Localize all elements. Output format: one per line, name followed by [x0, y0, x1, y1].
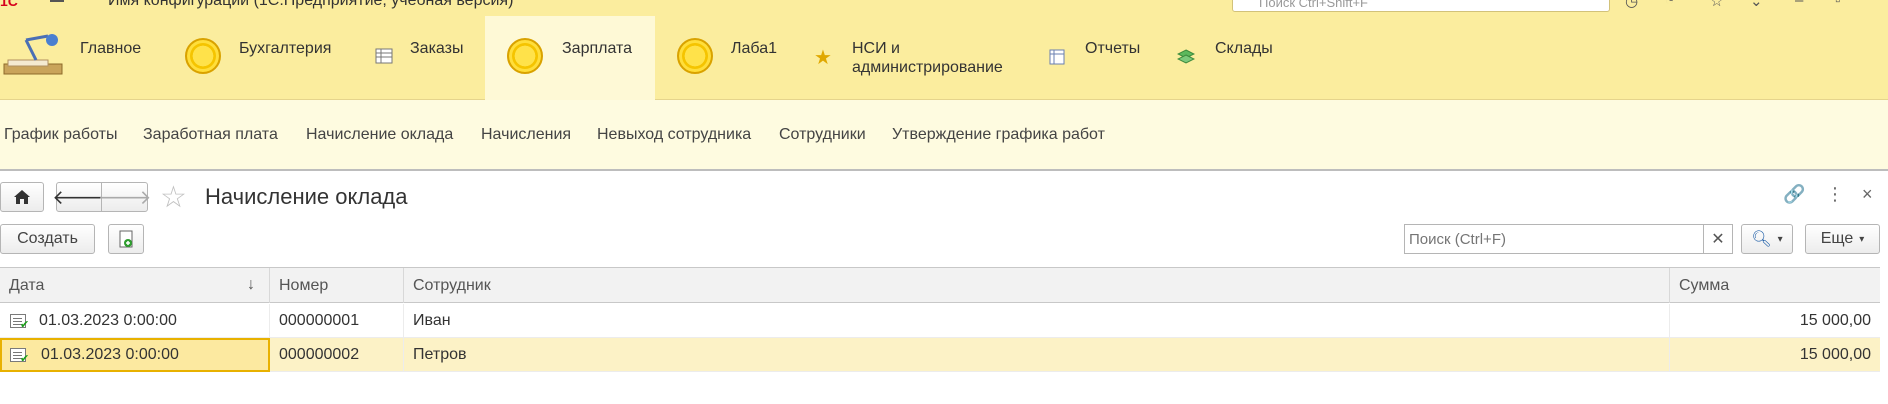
sections-panel: Главное Бухгалтерия Заказы Зарплата Лаба…	[0, 16, 1888, 100]
chevron-down-icon[interactable]: ⌄	[1750, 0, 1763, 10]
search-input[interactable]	[1404, 224, 1704, 254]
close-icon: ✕	[1711, 231, 1725, 248]
section-reports[interactable]: Отчеты	[1025, 16, 1150, 100]
form-title: Начисление оклада	[205, 184, 408, 209]
column-header-number[interactable]: Номер	[270, 268, 404, 303]
copy-button[interactable]	[108, 224, 144, 254]
link-icon[interactable]: 🔗	[1783, 184, 1805, 205]
more-vertical-icon[interactable]: ⋮	[1826, 184, 1844, 205]
desk-lamp-icon	[3, 34, 63, 75]
commands-panel: График работы Заработная плата Начислени…	[0, 100, 1888, 171]
more-button[interactable]: Еще ▾	[1805, 224, 1880, 254]
section-warehouses[interactable]: Склады	[1150, 16, 1280, 100]
search-button[interactable]: 🔍︎ ▾	[1741, 224, 1793, 254]
column-header-label: Номер	[279, 277, 329, 294]
coin-icon	[185, 38, 221, 74]
table-header: Дата ↓ Номер Сотрудник Сумма	[0, 267, 1880, 303]
create-button-label: Создать	[17, 230, 78, 247]
cell-date: 01.03.2023 0:00:00	[0, 338, 270, 372]
section-label: Отчеты	[1085, 40, 1141, 57]
chevron-down-icon: ▾	[1859, 233, 1865, 245]
column-header-date[interactable]: Дата ↓	[0, 268, 270, 303]
global-search-input[interactable]: Поиск Ctrl+Shift+F	[1232, 0, 1610, 12]
section-accounting[interactable]: Бухгалтерия	[175, 16, 360, 100]
section-label: Склады	[1215, 40, 1273, 57]
main-menu-icon[interactable]	[50, 0, 64, 2]
section-orders[interactable]: Заказы	[360, 16, 485, 100]
favorites-icon[interactable]: ☆	[1710, 0, 1723, 10]
command-salary-accrual[interactable]: Начисление оклада	[306, 126, 453, 144]
column-header-label: Сотрудник	[413, 277, 491, 294]
section-label: Лаба1	[731, 40, 777, 57]
cell-number: 000000002	[270, 338, 404, 372]
star-icon: ★	[814, 47, 832, 69]
create-button[interactable]: Создать	[0, 224, 95, 254]
cell-employee: Петров	[404, 338, 1670, 372]
search-clear-button[interactable]: ✕	[1703, 224, 1733, 254]
column-header-label: Сумма	[1679, 277, 1730, 294]
cell-number: 000000001	[270, 304, 404, 338]
chevron-down-icon: ▾	[1777, 233, 1783, 245]
maximize-icon[interactable]: ▫	[1835, 0, 1840, 9]
clock-icon[interactable]: ◔	[1665, 0, 1674, 9]
section-label-line1: НСИ и	[852, 40, 900, 57]
home-icon	[14, 190, 30, 204]
more-button-label: Еще	[1820, 230, 1854, 247]
table-row[interactable]: 01.03.2023 0:00:00 000000001 Иван 15 000…	[0, 304, 1880, 338]
column-header-employee[interactable]: Сотрудник	[404, 268, 1670, 303]
report-icon	[1049, 49, 1065, 65]
section-label: Главное	[80, 40, 142, 57]
sort-arrow-down-icon: ↓	[247, 276, 255, 293]
section-label: Бухгалтерия	[239, 40, 332, 57]
section-label: Заказы	[410, 40, 464, 57]
cell-sum: 15 000,00	[1799, 346, 1871, 363]
favorite-star-icon[interactable]: ☆	[160, 180, 187, 215]
section-main[interactable]: Главное	[0, 16, 175, 100]
command-employees[interactable]: Сотрудники	[779, 126, 866, 144]
command-employee-absence[interactable]: Невыход сотрудника	[597, 126, 751, 144]
column-header-sum[interactable]: Сумма	[1670, 268, 1880, 303]
cell-sum: 15 000,00	[1799, 312, 1871, 329]
command-work-schedule[interactable]: График работы	[4, 126, 117, 144]
column-header-label: Дата	[9, 277, 45, 294]
minimize-icon[interactable]: –	[1795, 0, 1803, 9]
cell-employee: Иван	[404, 304, 1670, 338]
coin-icon	[677, 38, 713, 74]
app-title: Имя конфигурации (1С:Предприятие, учебна…	[108, 0, 514, 9]
section-label-line2: администрирование	[852, 59, 1003, 76]
cell-date: 01.03.2023 0:00:00	[0, 304, 270, 338]
title-bar: 1С Имя конфигурации (1С:Предприятие, уче…	[0, 0, 1888, 16]
command-accruals[interactable]: Начисления	[481, 126, 571, 144]
section-nsi[interactable]: ★ НСИ и администрирование	[800, 16, 1025, 100]
posted-document-icon	[10, 314, 29, 331]
forward-button[interactable]: 🡒	[98, 182, 151, 212]
table-row[interactable]: 01.03.2023 0:00:00 000000002 Петров 15 0…	[0, 338, 1880, 372]
history-icon[interactable]: ◷	[1625, 0, 1638, 10]
add-document-icon	[119, 230, 133, 248]
stack-icon	[1177, 49, 1195, 64]
section-label: Зарплата	[562, 40, 633, 57]
coin-icon	[507, 38, 543, 74]
arrow-right-icon: 🡒	[97, 186, 152, 209]
command-salary[interactable]: Заработная плата	[143, 126, 278, 144]
table-icon	[375, 48, 393, 64]
command-approve-schedule[interactable]: Утверждение графика работ	[892, 126, 1105, 144]
section-lab1[interactable]: Лаба1	[655, 16, 800, 100]
close-icon[interactable]: ×	[1862, 184, 1873, 205]
home-button[interactable]	[0, 182, 44, 212]
posted-document-icon	[10, 348, 29, 365]
cell-date-text: 01.03.2023 0:00:00	[39, 312, 177, 329]
back-button[interactable]: 🡐	[52, 182, 106, 212]
global-search-placeholder: Поиск Ctrl+Shift+F	[1259, 0, 1368, 10]
1c-logo-icon: 1С	[0, 0, 18, 9]
section-salary[interactable]: Зарплата	[485, 16, 655, 100]
search-icon: 🔍︎	[1751, 231, 1772, 248]
cell-date-text: 01.03.2023 0:00:00	[41, 346, 179, 363]
